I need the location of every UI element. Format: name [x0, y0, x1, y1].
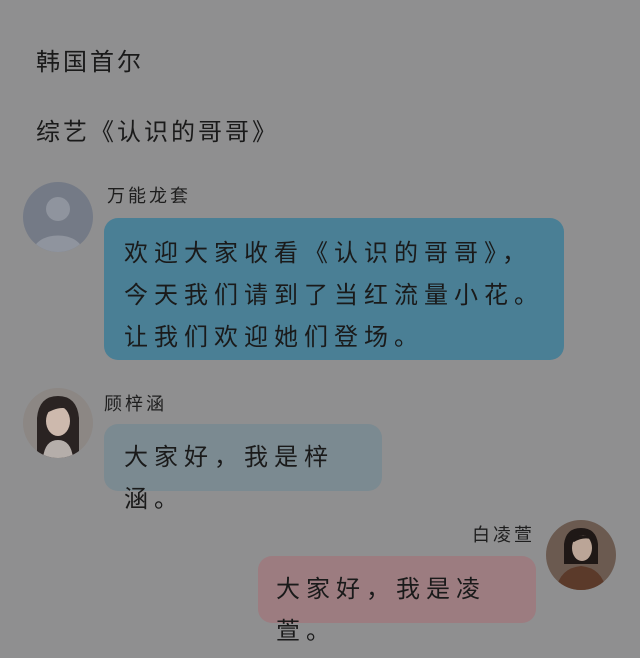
message-text: 大家好，我是凌萱。 — [276, 575, 486, 645]
brown-coat-girl-avatar[interactable] — [546, 520, 616, 590]
message-bubble: 大家好，我是凌萱。 — [258, 556, 536, 645]
default-user-avatar[interactable] — [23, 182, 93, 252]
location-title: 韩国首尔 — [36, 48, 144, 76]
sender-name: 顾梓涵 — [104, 394, 167, 415]
message-bubble: 大家好，我是梓涵。 — [104, 424, 382, 513]
message-text: 欢迎大家收看《认识的哥哥》，今天我们请到了当红流量小花。让我们欢迎她们登场。 — [124, 239, 544, 351]
sender-name: 万能龙套 — [107, 186, 191, 207]
message-bubble: 欢迎大家收看《认识的哥哥》，今天我们请到了当红流量小花。让我们欢迎她们登场。 — [104, 218, 564, 360]
show-title: 综艺《认识的哥哥》 — [36, 118, 279, 146]
long-hair-girl-avatar[interactable] — [23, 388, 93, 458]
default-user-icon — [23, 182, 93, 252]
long-hair-girl-icon — [23, 388, 93, 458]
brown-coat-girl-icon — [546, 520, 616, 590]
sender-name: 白凌萱 — [472, 525, 535, 546]
message-text: 大家好，我是梓涵。 — [124, 443, 334, 513]
